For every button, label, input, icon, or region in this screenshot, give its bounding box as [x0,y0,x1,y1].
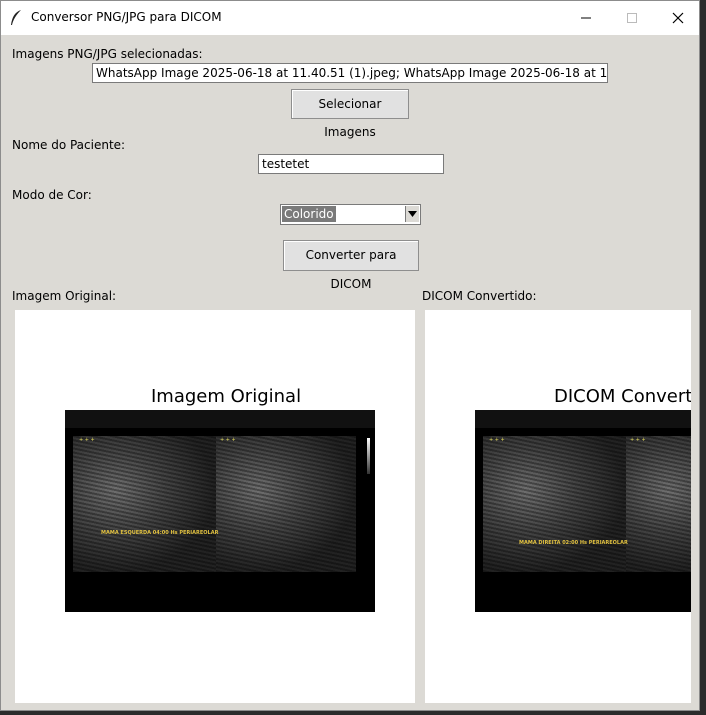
grayscale-bar [367,438,370,474]
ultrasound-left-pane [73,436,216,572]
window-title: Conversor PNG/JPG para DICOM [31,10,222,24]
original-image-canvas: Imagem Original + + + + + + MAMA ESQUERD… [15,310,415,703]
converted-canvas-title: DICOM Convertido [554,386,691,407]
app-window: Conversor PNG/JPG para DICOM Imagens PNG… [0,0,700,711]
convert-button[interactable]: Converter para DICOM [283,240,419,291]
minimize-button[interactable] [563,1,609,35]
ultrasound-left-pane [483,436,626,572]
color-mode-value: Colorido [282,206,336,222]
original-label: Imagem Original: [12,289,117,303]
converted-annotation: MAMA DIREITA 02:00 Hs PERIAREOLAR [519,540,628,546]
measurement-icon: + + + [630,437,646,443]
close-button[interactable] [655,1,699,35]
files-entry[interactable]: WhatsApp Image 2025-06-18 at 11.40.51 (1… [92,63,608,83]
color-mode-label: Modo de Cor: [12,188,92,202]
scrollbar[interactable] [693,35,699,710]
ultrasound-header [65,410,375,428]
patient-name-input[interactable]: testetet [258,154,444,174]
converted-ultrasound-image: + + + + + + MAMA DIREITA 02:00 Hs PERIAR… [475,410,691,612]
color-mode-select[interactable]: Colorido [280,204,421,225]
select-images-button[interactable]: Selecionar Imagens [291,89,409,139]
original-canvas-title: Imagem Original [151,386,302,407]
converted-label: DICOM Convertido: [422,289,537,303]
ultrasound-right-pane [626,436,691,572]
patient-label: Nome do Paciente: [12,138,126,152]
triangle-down-icon[interactable] [405,206,419,222]
feather-icon [9,9,23,27]
measurement-icon: + + + [79,437,95,443]
converted-image-canvas: DICOM Convertido + + + + + + MAMA DIREIT… [425,310,691,703]
maximize-icon [627,13,637,23]
minimize-icon [581,17,591,19]
files-label: Imagens PNG/JPG selecionadas: [12,47,203,61]
measurement-icon: + + + [489,437,505,443]
ultrasound-right-pane [216,436,356,572]
original-annotation: MAMA ESQUERDA 04:00 Hs PERIAREOLAR [101,530,219,536]
measurement-icon: + + + [220,437,236,443]
maximize-button[interactable] [609,1,655,35]
original-ultrasound-image: + + + + + + MAMA ESQUERDA 04:00 Hs PERIA… [65,410,375,612]
ultrasound-header [475,410,691,428]
title-bar[interactable]: Conversor PNG/JPG para DICOM [1,1,699,35]
close-icon [672,12,684,24]
